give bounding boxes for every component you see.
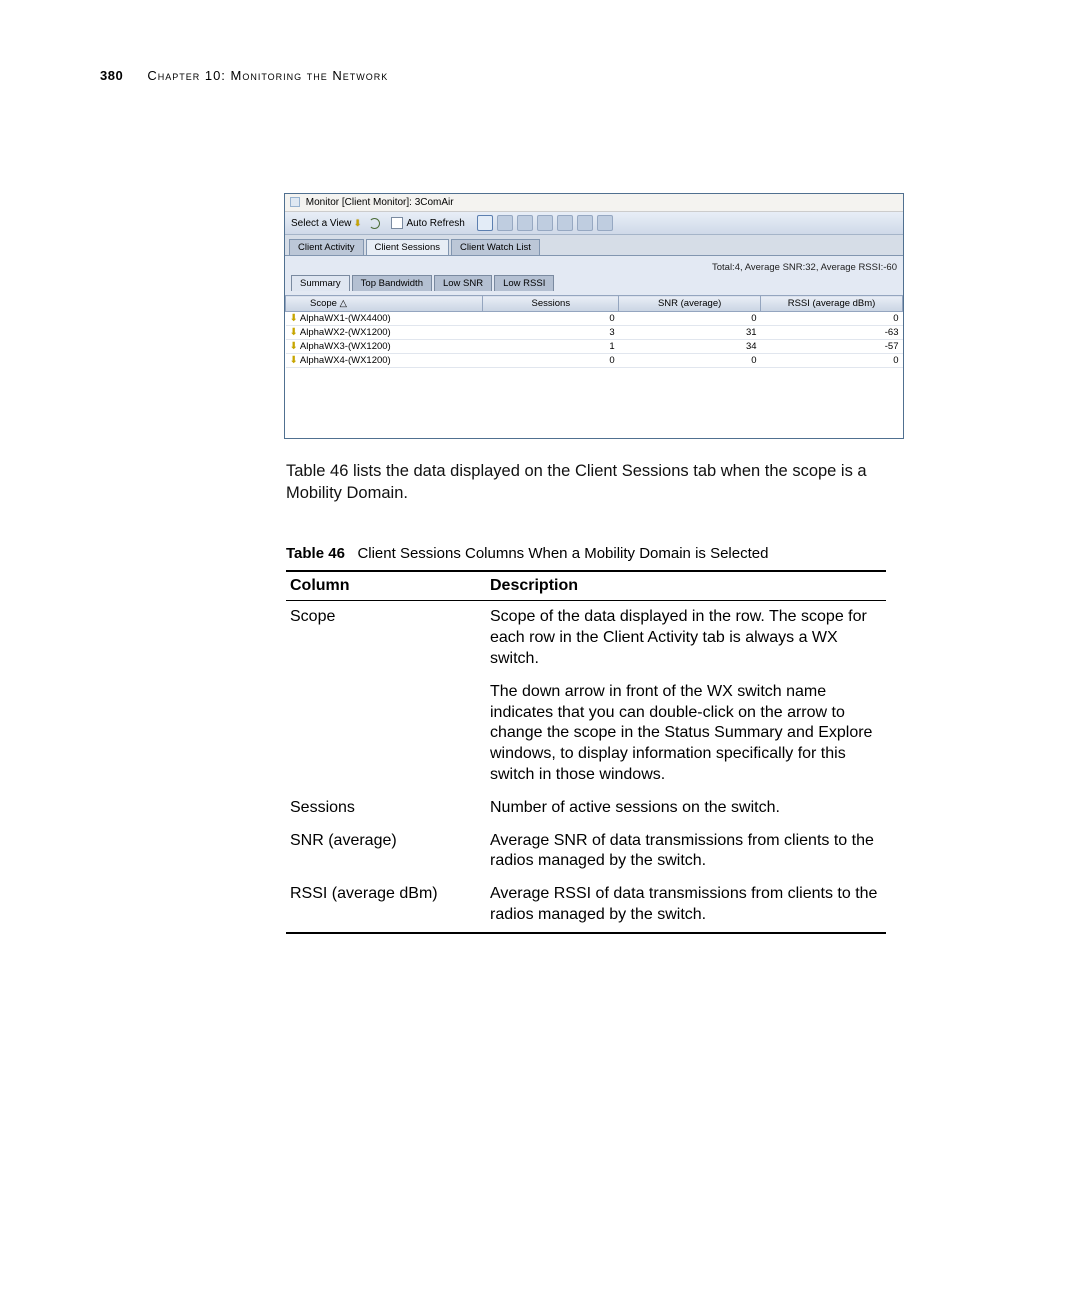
tool-icon[interactable]	[597, 215, 613, 231]
toolbar-icon-group	[477, 215, 613, 231]
desc-para: Scope of the data displayed in the row. …	[490, 607, 882, 669]
down-arrow-icon: ⬇	[290, 355, 298, 366]
stats-text: Total:4, Average SNR:32, Average RSSI:-6…	[291, 262, 897, 273]
tabstrip: Client Activity Client Sessions Client W…	[285, 235, 903, 256]
table-row[interactable]: ⬇AlphaWX4-(WX1200) 0 0 0	[286, 354, 903, 368]
tool-icon[interactable]	[497, 215, 513, 231]
tab-client-sessions[interactable]: Client Sessions	[366, 239, 449, 255]
table-caption-title: Client Sessions Columns When a Mobility …	[357, 545, 768, 562]
table-row[interactable]: ⬇AlphaWX2-(WX1200) 3 31 -63	[286, 326, 903, 340]
header-column: Column	[286, 571, 486, 601]
col-rssi[interactable]: RSSI (average dBm)	[761, 296, 903, 312]
cell-snr: 34	[619, 340, 761, 354]
cell-sessions: 1	[483, 340, 619, 354]
cell-scope: AlphaWX1-(WX4400)	[300, 313, 391, 324]
table-caption-label: Table 46	[286, 545, 345, 562]
desc-description: Scope of the data displayed in the row. …	[486, 601, 886, 792]
subtab-low-snr[interactable]: Low SNR	[434, 275, 492, 291]
cell-rssi: 0	[761, 354, 903, 368]
desc-para: The down arrow in front of the WX switch…	[490, 682, 882, 786]
down-arrow-icon: ⬇	[290, 313, 298, 324]
cell-scope: AlphaWX2-(WX1200)	[300, 327, 391, 338]
cell-rssi: -63	[761, 326, 903, 340]
desc-description: Number of active sessions on the switch.	[486, 792, 886, 825]
cell-snr: 0	[619, 354, 761, 368]
desc-row: Sessions Number of active sessions on th…	[286, 792, 886, 825]
tool-icon[interactable]	[537, 215, 553, 231]
tool-icon[interactable]	[557, 215, 573, 231]
tab-client-watch-list[interactable]: Client Watch List	[451, 239, 540, 255]
cell-sessions: 0	[483, 354, 619, 368]
subpanel: Total:4, Average SNR:32, Average RSSI:-6…	[285, 256, 903, 295]
toolbar: Select a View ⬇ Auto Refresh	[285, 212, 903, 235]
window-titlebar: Monitor [Client Monitor]: 3ComAir	[285, 194, 903, 212]
cell-sessions: 0	[483, 312, 619, 326]
cell-rssi: -57	[761, 340, 903, 354]
desc-row: SNR (average) Average SNR of data transm…	[286, 825, 886, 879]
grid-whitespace	[285, 368, 903, 438]
down-arrow-icon: ⬇	[290, 341, 298, 352]
down-arrow-icon: ⬇	[351, 218, 361, 229]
page-header: 380 Chapter 10: Monitoring the Network	[100, 68, 980, 83]
desc-description: Average SNR of data transmissions from c…	[486, 825, 886, 879]
tool-icon[interactable]	[517, 215, 533, 231]
subtab-top-bandwidth[interactable]: Top Bandwidth	[352, 275, 432, 291]
select-view-button[interactable]: Select a View ⬇	[291, 218, 361, 229]
col-snr[interactable]: SNR (average)	[619, 296, 761, 312]
tool-icon[interactable]	[477, 215, 493, 231]
window-title: Monitor [Client Monitor]: 3ComAir	[306, 197, 454, 208]
select-view-label: Select a View	[291, 218, 351, 229]
desc-row: Scope Scope of the data displayed in the…	[286, 601, 886, 792]
cell-rssi: 0	[761, 312, 903, 326]
body-paragraph: Table 46 lists the data displayed on the…	[286, 461, 886, 505]
down-arrow-icon: ⬇	[290, 327, 298, 338]
cell-snr: 31	[619, 326, 761, 340]
cell-scope: AlphaWX3-(WX1200)	[300, 341, 391, 352]
subtab-low-rssi[interactable]: Low RSSI	[494, 275, 554, 291]
refresh-button[interactable]	[369, 218, 383, 229]
page-number: 380	[100, 68, 123, 83]
cell-scope: AlphaWX4-(WX1200)	[300, 355, 391, 366]
desc-column: SNR (average)	[286, 825, 486, 879]
cell-snr: 0	[619, 312, 761, 326]
desc-column: Sessions	[286, 792, 486, 825]
desc-column: Scope	[286, 601, 486, 792]
table-row[interactable]: ⬇AlphaWX1-(WX4400) 0 0 0	[286, 312, 903, 326]
auto-refresh-toggle[interactable]: Auto Refresh	[391, 217, 464, 229]
description-table: Column Description Scope Scope of the da…	[286, 570, 886, 934]
col-sessions[interactable]: Sessions	[483, 296, 619, 312]
screenshot-panel: Monitor [Client Monitor]: 3ComAir Select…	[284, 193, 904, 439]
tool-icon[interactable]	[577, 215, 593, 231]
table-row[interactable]: ⬇AlphaWX3-(WX1200) 1 34 -57	[286, 340, 903, 354]
chapter-title: Chapter 10: Monitoring the Network	[147, 68, 388, 83]
refresh-icon	[369, 218, 380, 229]
auto-refresh-label: Auto Refresh	[406, 218, 464, 229]
data-grid: Scope △ Sessions SNR (average) RSSI (ave…	[285, 295, 903, 368]
checkbox-icon	[391, 217, 403, 229]
desc-column: RSSI (average dBm)	[286, 878, 486, 933]
tab-client-activity[interactable]: Client Activity	[289, 239, 364, 255]
subtab-strip: Summary Top Bandwidth Low SNR Low RSSI	[291, 275, 897, 291]
col-scope[interactable]: Scope △	[286, 296, 483, 312]
desc-row: RSSI (average dBm) Average RSSI of data …	[286, 878, 886, 933]
table-caption: Table 46 Client Sessions Columns When a …	[286, 545, 980, 562]
window-icon	[290, 197, 300, 207]
desc-description: Average RSSI of data transmissions from …	[486, 878, 886, 933]
cell-sessions: 3	[483, 326, 619, 340]
header-description: Description	[486, 571, 886, 601]
subtab-summary[interactable]: Summary	[291, 275, 350, 291]
